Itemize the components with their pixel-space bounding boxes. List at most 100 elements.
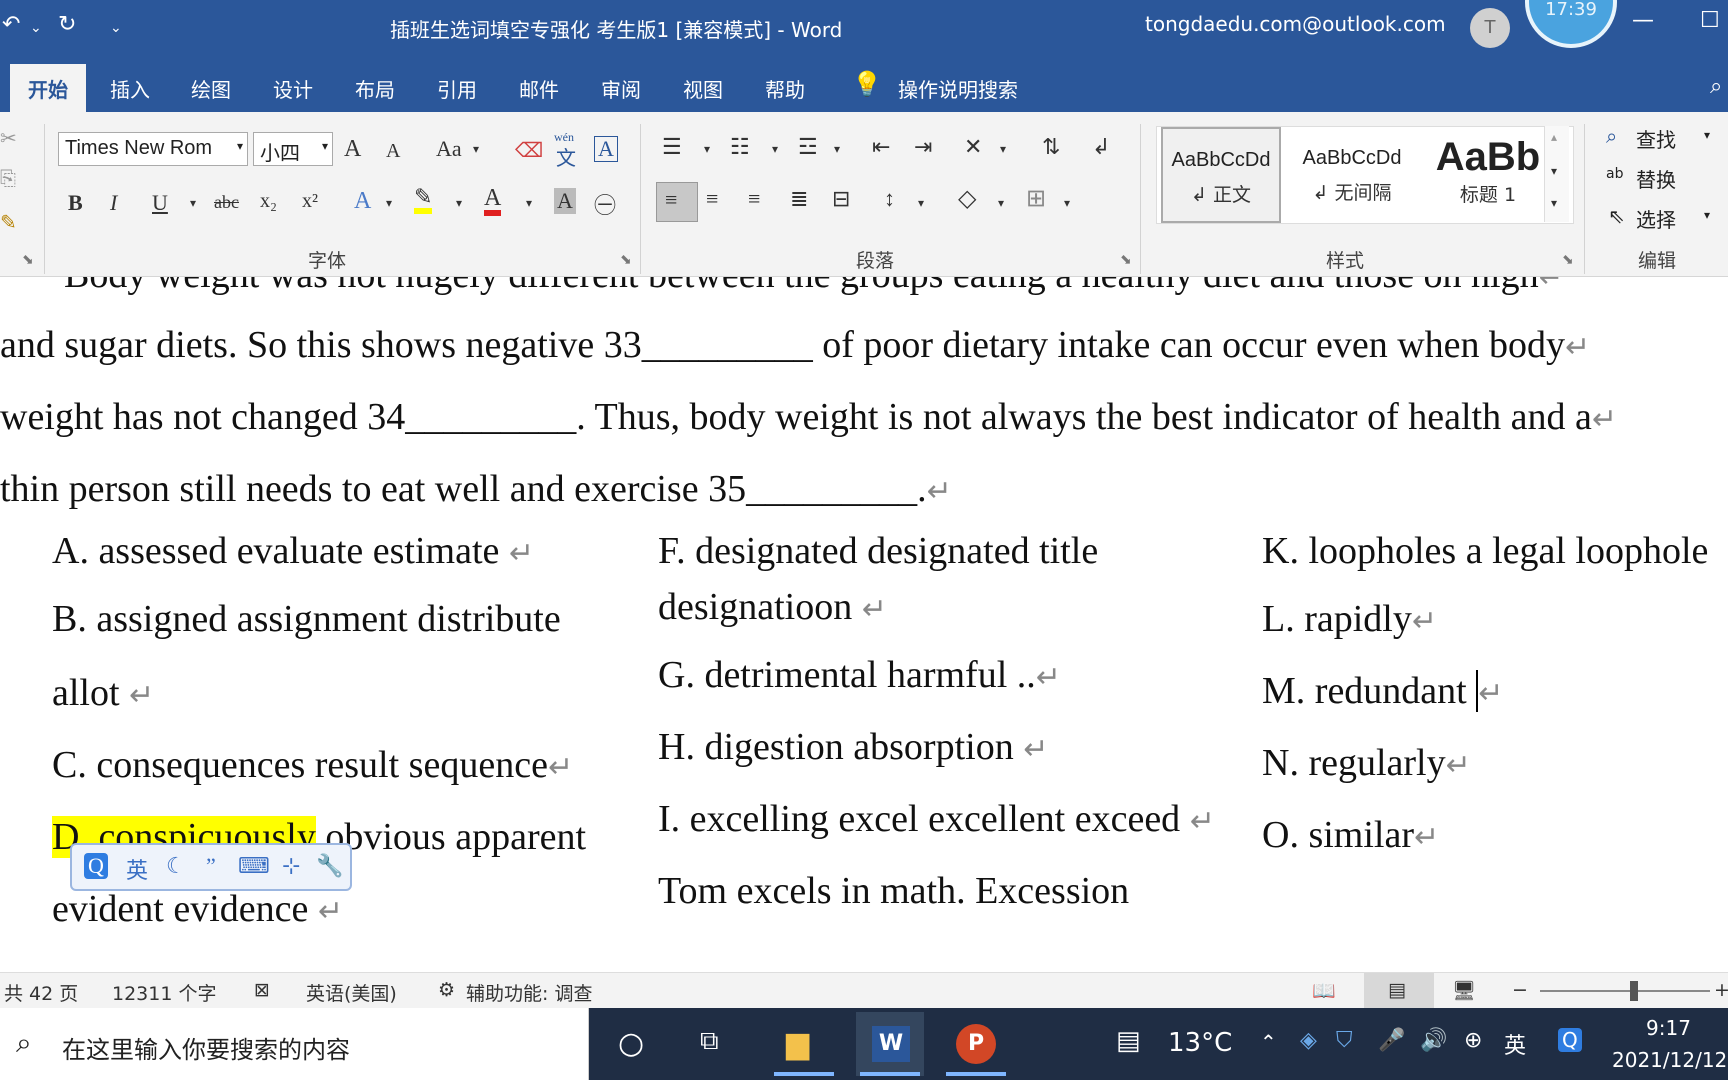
chevron-down-icon[interactable]: ▾ — [1551, 164, 1557, 179]
italic-icon[interactable]: I — [110, 190, 117, 216]
decrease-indent-icon[interactable]: ⇤ — [872, 134, 890, 160]
superscript-icon[interactable]: x² — [302, 190, 318, 213]
shield-icon[interactable]: ⛉ — [1336, 1028, 1353, 1053]
tab-home[interactable]: 开始 — [10, 64, 86, 112]
news-icon[interactable]: ▤ — [1116, 1026, 1141, 1056]
tab-review[interactable]: 审阅 — [601, 74, 641, 103]
tell-me-search[interactable]: 操作说明搜索 — [898, 74, 1018, 103]
format-painter-icon[interactable]: ✎ — [0, 210, 17, 235]
web-layout-icon[interactable]: 🖥 — [1452, 979, 1476, 1002]
tab-view[interactable]: 视图 — [683, 74, 723, 103]
sort-icon[interactable]: ⇅ — [1042, 134, 1060, 160]
avatar[interactable]: T — [1470, 8, 1510, 48]
read-mode-icon[interactable]: 📖 — [1312, 979, 1336, 1002]
cut-icon[interactable]: ✂ — [0, 126, 17, 151]
ime-language-toggle[interactable]: 英 — [126, 853, 148, 885]
font-name-combo[interactable]: Times New Rom ▾ — [58, 132, 248, 166]
word-count[interactable]: 12311 个字 — [112, 979, 216, 1006]
volume-icon[interactable]: 🔊 — [1420, 1028, 1447, 1053]
styles-scroll[interactable]: ▴ ▾ ▾ — [1544, 126, 1569, 222]
undo-icon[interactable]: ↶ — [2, 12, 20, 37]
taskbar-search[interactable]: ⌕ 在这里输入你要搜索的内容 — [0, 1008, 589, 1080]
asian-layout-icon[interactable]: ✕ — [964, 134, 982, 160]
style-normal[interactable]: AaBbCcDd ↲ 正文 — [1161, 127, 1281, 223]
numbering-icon[interactable]: ☷ — [730, 134, 750, 160]
multilevel-list-icon[interactable]: ☲ — [798, 134, 818, 160]
maximize-icon[interactable]: ☐ — [1700, 8, 1720, 33]
change-case-icon[interactable]: Aa — [436, 136, 462, 162]
enclose-characters-icon[interactable]: ㊀ — [594, 188, 616, 220]
zoom-in-icon[interactable]: + — [1714, 979, 1728, 1001]
ime-indicator[interactable]: 英 — [1504, 1028, 1526, 1060]
underline-icon[interactable]: U — [152, 190, 168, 216]
chevron-down-icon[interactable]: ▾ — [998, 196, 1004, 211]
tab-help[interactable]: 帮助 — [765, 74, 805, 103]
tab-mailings[interactable]: 邮件 — [519, 74, 559, 103]
copy-icon[interactable]: ⎘ — [0, 168, 16, 191]
distributed-icon[interactable]: ⊟ — [832, 186, 850, 212]
language-status[interactable]: 英语(美国) — [306, 979, 397, 1006]
more-styles-icon[interactable]: ▾ — [1551, 196, 1557, 211]
chevron-down-icon[interactable]: ▾ — [772, 142, 778, 157]
redo-icon[interactable]: ↻ — [58, 12, 76, 37]
share-icon[interactable]: ⌕ — [1710, 74, 1722, 99]
tray-app-icon[interactable]: ◈ — [1300, 1028, 1317, 1053]
punctuation-icon[interactable]: ” — [206, 853, 216, 879]
ime-toolbar[interactable]: Q 英 ☾ ” ⌨ ⊹ 🔧 — [70, 843, 352, 891]
chevron-down-icon[interactable]: ▾ — [386, 196, 392, 211]
chevron-down-icon[interactable]: ▾ — [834, 142, 840, 157]
weather-text[interactable]: 13°C — [1168, 1028, 1232, 1058]
chevron-down-icon[interactable]: ▾ — [1064, 196, 1070, 211]
chevron-down-icon[interactable]: ▾ — [704, 142, 710, 157]
chevron-down-icon[interactable]: ▾ — [190, 196, 196, 211]
style-no-spacing[interactable]: AaBbCcDd ↲ 无间隔 — [1287, 127, 1417, 223]
wrench-icon[interactable]: 🔧 — [316, 853, 343, 879]
shading-icon[interactable]: ◇ — [958, 184, 976, 213]
file-explorer-app[interactable]: ▆ — [770, 1012, 838, 1076]
paragraph-dialog-launcher-icon[interactable]: ⬊ — [1120, 252, 1132, 269]
bold-icon[interactable]: B — [68, 190, 83, 216]
find-button[interactable]: ⌕ 查找 ▾ — [1606, 124, 1726, 156]
account-name[interactable]: tongdaedu.com@outlook.com — [1145, 12, 1446, 36]
replace-button[interactable]: ab 替换 — [1606, 164, 1726, 196]
styles-dialog-launcher-icon[interactable]: ⬊ — [1562, 252, 1574, 269]
chevron-down-icon[interactable]: ▾ — [918, 196, 924, 211]
highlight-icon[interactable]: ✎ — [414, 186, 433, 214]
character-shading-icon[interactable]: A — [554, 188, 576, 214]
cortana-icon[interactable]: ○ — [618, 1026, 644, 1061]
style-heading-1[interactable]: AaBb 标题 1 — [1423, 127, 1553, 223]
word-app[interactable]: W — [856, 1012, 924, 1076]
grow-font-icon[interactable]: A — [344, 136, 361, 163]
chevron-down-icon[interactable]: ▾ — [456, 196, 462, 211]
zoom-out-icon[interactable]: − — [1512, 979, 1528, 1001]
font-color-icon[interactable]: A — [484, 186, 502, 216]
moon-icon[interactable]: ☾ — [166, 853, 186, 879]
font-dialog-launcher-icon[interactable]: ⬊ — [620, 252, 632, 269]
increase-indent-icon[interactable]: ⇥ — [914, 134, 932, 160]
tab-references[interactable]: 引用 — [437, 74, 477, 103]
clock-time[interactable]: 9:17 — [1646, 1016, 1691, 1040]
undo-dropdown-icon[interactable]: ⌄ — [30, 20, 42, 36]
shrink-font-icon[interactable]: A — [386, 140, 400, 163]
microphone-icon[interactable]: 🎤 — [1378, 1028, 1405, 1053]
network-icon[interactable]: ⊕ — [1464, 1028, 1482, 1053]
align-right-icon[interactable]: ≡ — [748, 186, 760, 212]
tab-insert[interactable]: 插入 — [110, 74, 150, 103]
line-spacing-icon[interactable]: ↕ — [884, 186, 895, 212]
tab-design[interactable]: 设计 — [273, 74, 313, 103]
task-view-icon[interactable]: ⧉ — [700, 1026, 719, 1057]
strikethrough-icon[interactable]: abc — [214, 192, 239, 213]
align-left-button[interactable]: ≡ — [656, 182, 698, 222]
character-border-icon[interactable]: A — [594, 136, 618, 162]
toolbox-icon[interactable]: ⊹ — [282, 853, 300, 879]
bullets-icon[interactable]: ☰ — [662, 134, 682, 160]
clock-date[interactable]: 2021/12/12 — [1612, 1048, 1727, 1072]
page-count[interactable]: 共 42 页 — [4, 979, 78, 1006]
zoom-slider-thumb[interactable] — [1630, 981, 1638, 1001]
justify-icon[interactable]: ≣ — [790, 186, 808, 212]
chevron-up-icon[interactable]: ▴ — [1551, 130, 1557, 145]
sogou-icon[interactable]: Q — [1558, 1028, 1582, 1052]
print-layout-button[interactable]: ▤ — [1364, 973, 1434, 1009]
zoom-slider[interactable] — [1540, 990, 1710, 992]
chevron-up-icon[interactable]: ⌃ — [1260, 1030, 1277, 1054]
